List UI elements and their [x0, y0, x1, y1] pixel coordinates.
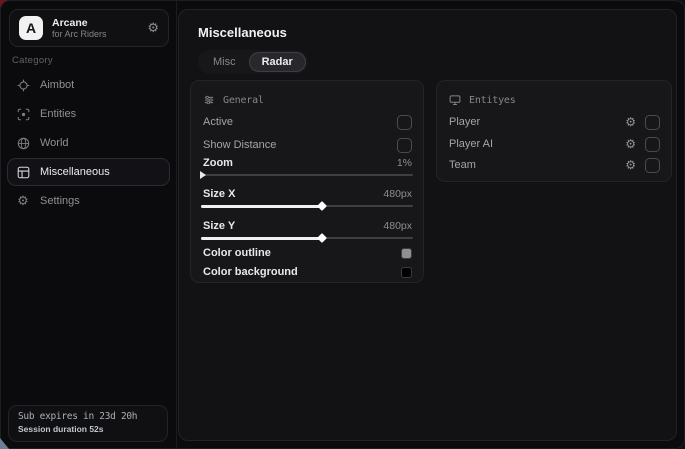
- tab-bar: Misc Radar: [198, 50, 308, 74]
- zoom-slider[interactable]: [201, 171, 413, 179]
- slider-handle[interactable]: [200, 171, 206, 179]
- entities-panel-header: Entityes: [449, 90, 660, 110]
- slider-value: 480px: [383, 220, 412, 232]
- sub-expiry-text: Sub expires in 23d 20h: [18, 411, 158, 422]
- sidebar-item-label: World: [40, 137, 69, 149]
- color-background-swatch[interactable]: [401, 267, 412, 278]
- slider-row-size-x: Size X 480px: [203, 184, 412, 204]
- gear-icon[interactable]: ⚙: [625, 116, 636, 128]
- sidebar-item-settings[interactable]: ⚙ Settings: [7, 187, 170, 215]
- entity-label: Player AI: [449, 138, 493, 150]
- entity-row-player-ai: Player AI ⚙: [449, 134, 660, 154]
- crosshair-icon: [16, 78, 30, 92]
- monitor-icon: [449, 94, 461, 106]
- slider-handle[interactable]: [317, 233, 327, 243]
- sidebar-item-world[interactable]: World: [7, 129, 170, 157]
- size-y-slider[interactable]: [201, 234, 413, 242]
- slider-value: 480px: [383, 188, 412, 200]
- color-row-outline: Color outline: [203, 243, 412, 263]
- slider-label: Size X: [203, 188, 235, 200]
- sidebar: A Arcane for Arc Riders ⚙ Category Aimbo…: [1, 1, 177, 448]
- sidebar-item-label: Aimbot: [40, 79, 74, 91]
- toggle-row-active: Active: [203, 112, 412, 132]
- active-checkbox[interactable]: [397, 115, 412, 130]
- entities-panel: Entityes Player ⚙ Player AI ⚙ Team ⚙: [436, 80, 672, 182]
- grid-icon: [16, 165, 30, 179]
- sidebar-nav: Aimbot Entities World Miscellaneous: [7, 71, 170, 216]
- panel-title: General: [223, 95, 264, 106]
- general-panel: General Active Show Distance Zoom 1%: [190, 80, 424, 283]
- player-ai-checkbox[interactable]: [645, 137, 660, 152]
- sidebar-item-aimbot[interactable]: Aimbot: [7, 71, 170, 99]
- size-x-slider[interactable]: [201, 202, 413, 210]
- player-checkbox[interactable]: [645, 115, 660, 130]
- slider-value: 1%: [397, 157, 412, 169]
- show-distance-checkbox[interactable]: [397, 138, 412, 153]
- logo-card: A Arcane for Arc Riders ⚙: [9, 9, 169, 47]
- sidebar-item-label: Entities: [40, 108, 76, 120]
- gear-icon[interactable]: ⚙: [625, 159, 636, 171]
- entity-label: Player: [449, 116, 480, 128]
- main-content: Miscellaneous Misc Radar General Active …: [178, 9, 677, 441]
- tab-misc[interactable]: Misc: [200, 52, 249, 72]
- gear-icon[interactable]: ⚙: [625, 138, 636, 150]
- sliders-icon: [203, 94, 215, 106]
- tab-radar[interactable]: Radar: [249, 52, 306, 72]
- app-window: A Arcane for Arc Riders ⚙ Category Aimbo…: [0, 0, 685, 449]
- color-label: Color background: [203, 266, 298, 278]
- entities-scan-icon: [16, 107, 30, 121]
- slider-label: Zoom: [203, 157, 233, 169]
- team-checkbox[interactable]: [645, 158, 660, 173]
- color-row-background: Color background: [203, 262, 412, 282]
- app-tagline: for Arc Riders: [52, 29, 147, 39]
- globe-icon: [16, 136, 30, 150]
- panel-title: Entityes: [469, 95, 516, 106]
- toggle-row-show-distance: Show Distance: [203, 135, 412, 155]
- color-outline-swatch[interactable]: [401, 248, 412, 259]
- gear-icon[interactable]: ⚙: [147, 22, 159, 35]
- toggle-label: Show Distance: [203, 139, 276, 151]
- category-label: Category: [12, 55, 53, 66]
- subscription-card: Sub expires in 23d 20h Session duration …: [8, 405, 168, 442]
- slider-fill: [201, 237, 322, 240]
- sidebar-item-label: Settings: [40, 195, 80, 207]
- app-name: Arcane: [52, 17, 147, 29]
- entity-label: Team: [449, 159, 476, 171]
- slider-row-size-y: Size Y 480px: [203, 216, 412, 236]
- slider-label: Size Y: [203, 220, 235, 232]
- page-title: Miscellaneous: [198, 25, 287, 40]
- entity-row-team: Team ⚙: [449, 155, 660, 175]
- slider-handle[interactable]: [317, 201, 327, 211]
- sidebar-item-entities[interactable]: Entities: [7, 100, 170, 128]
- general-panel-header: General: [203, 90, 412, 110]
- slider-fill: [201, 205, 322, 208]
- color-label: Color outline: [203, 247, 271, 259]
- entity-row-player: Player ⚙: [449, 112, 660, 132]
- app-logo: A: [19, 16, 43, 40]
- gear-icon: ⚙: [16, 194, 30, 208]
- session-duration-text: Session duration 52s: [18, 424, 158, 434]
- sidebar-item-label: Miscellaneous: [40, 166, 110, 178]
- logo-text: Arcane for Arc Riders: [52, 17, 147, 39]
- slider-track: [201, 174, 413, 176]
- slider-row-zoom: Zoom 1%: [203, 153, 412, 173]
- sidebar-item-miscellaneous[interactable]: Miscellaneous: [7, 158, 170, 186]
- toggle-label: Active: [203, 116, 233, 128]
